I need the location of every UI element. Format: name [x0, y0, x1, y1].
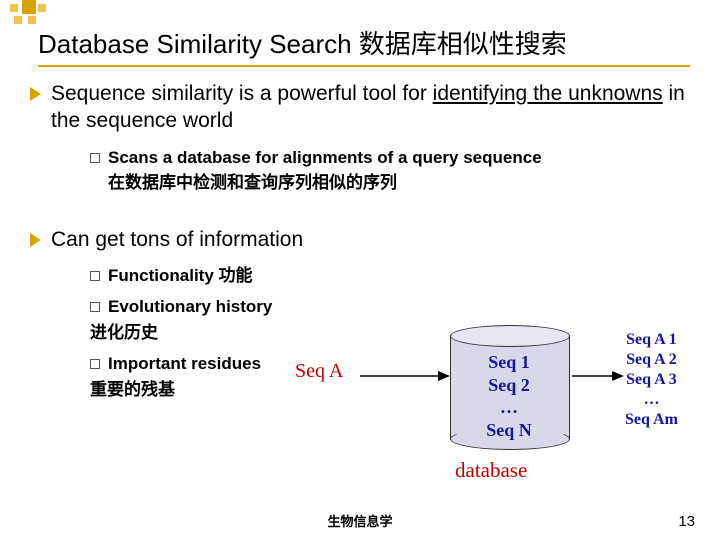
slide-content: Sequence similarity is a powerful tool f…: [30, 80, 700, 408]
db-item: …: [450, 396, 568, 419]
square-bullet-icon: [90, 302, 100, 312]
sub-bullet-2b-en: Evolutionary history: [108, 294, 272, 320]
bullet-1-underlined: identifying the unknowns: [433, 82, 663, 105]
query-label: Seq A: [295, 360, 343, 383]
sub-bullet-2b-zh: 进化历史: [90, 320, 272, 346]
sub-bullet-2a-text: Functionality 功能: [108, 263, 253, 289]
page-number: 13: [678, 513, 695, 530]
sub-bullet-1a-en: Scans a database for alignments of a que…: [108, 145, 542, 171]
arrow-icon: [360, 368, 450, 384]
result-item: Seq A 1: [625, 330, 678, 350]
footer-text: 生物信息学: [0, 511, 720, 530]
triangle-bullet-icon: [30, 233, 41, 247]
result-item: Seq Am: [625, 410, 678, 430]
bullet-1-prefix: Sequence similarity is a powerful tool f…: [51, 82, 433, 105]
result-item: Seq A 2: [625, 350, 678, 370]
result-item: …: [625, 390, 678, 410]
database-label: database: [455, 458, 527, 483]
square-bullet-icon: [90, 271, 100, 281]
db-item: Seq 2: [450, 374, 568, 397]
bullet-2-text: Can get tons of information: [51, 226, 303, 253]
bullet-1-text: Sequence similarity is a powerful tool f…: [51, 80, 700, 135]
results-list: Seq A 1 Seq A 2 Seq A 3 … Seq Am: [625, 330, 678, 430]
sub-bullet-2a: Functionality 功能: [90, 263, 700, 289]
sub-bullet-2c-en: Important residues: [108, 351, 261, 377]
result-item: Seq A 3: [625, 370, 678, 390]
bullet-1: Sequence similarity is a powerful tool f…: [30, 80, 700, 135]
db-item: Seq N: [450, 419, 568, 442]
database-contents: Seq 1 Seq 2 … Seq N: [450, 351, 568, 441]
sub-bullet-1a-zh: 在数据库中检测和查询序列相似的序列: [108, 170, 542, 196]
sub-bullet-2c-zh: 重要的残基: [90, 377, 261, 403]
square-bullet-icon: [90, 153, 100, 163]
sub-bullet-2b: Evolutionary history 进化历史: [90, 294, 700, 345]
sub-bullet-1a: Scans a database for alignments of a que…: [90, 145, 700, 196]
title-bar: Database Similarity Search 数据库相似性搜索: [38, 24, 690, 67]
arrow-icon: [572, 368, 624, 384]
triangle-bullet-icon: [30, 87, 41, 101]
database-icon: Seq 1 Seq 2 … Seq N: [450, 325, 568, 450]
slide-title: Database Similarity Search 数据库相似性搜索: [38, 29, 567, 59]
square-bullet-icon: [90, 359, 100, 369]
db-item: Seq 1: [450, 351, 568, 374]
bullet-2: Can get tons of information: [30, 226, 700, 253]
